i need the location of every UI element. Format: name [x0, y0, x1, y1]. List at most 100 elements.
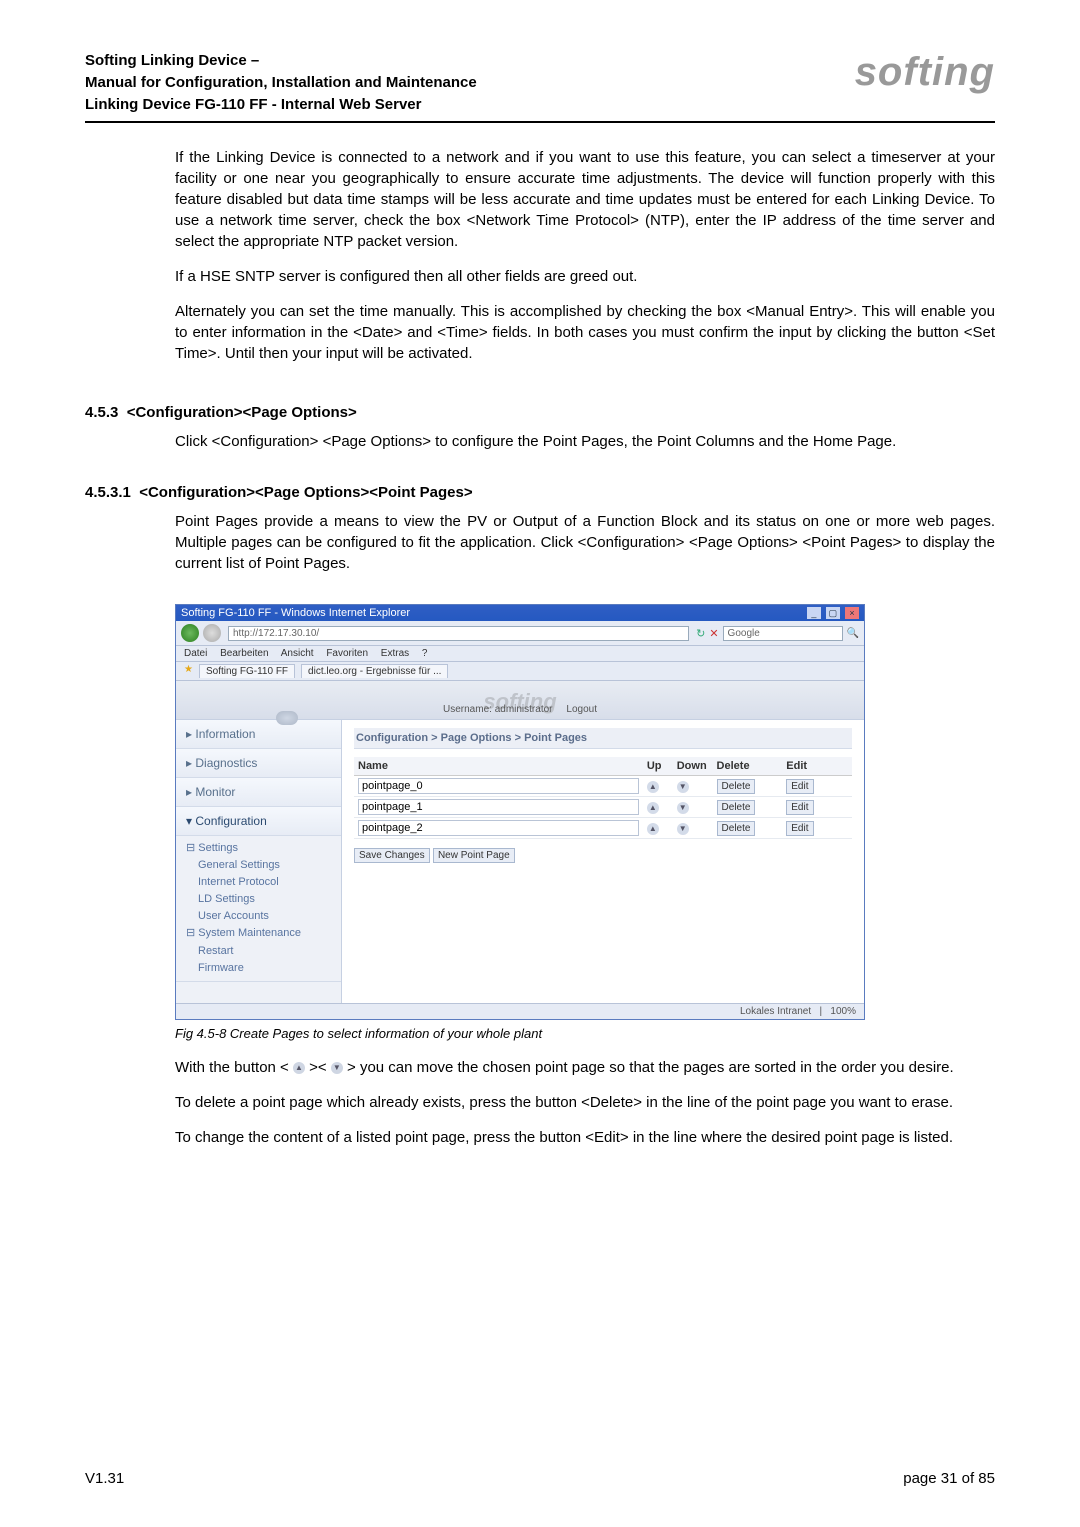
- header-line3: Linking Device FG-110 FF - Internal Web …: [85, 96, 422, 113]
- heading-num: 4.5.3.1: [85, 484, 131, 501]
- username-label: Username: administrator: [443, 704, 552, 715]
- sidebar-item-label: Information: [195, 727, 255, 741]
- sidebar-item-diagnostics[interactable]: ▸ Diagnostics: [176, 749, 341, 778]
- app-header: softing Username: administrator Logout: [176, 681, 864, 720]
- table-row: ▲ ▼ Delete Edit: [354, 818, 852, 839]
- menu-item[interactable]: Bearbeiten: [220, 648, 268, 659]
- para-delete: To delete a point page which already exi…: [175, 1092, 995, 1113]
- text-span: > you can move the chosen point page so …: [343, 1059, 954, 1076]
- pointpage-name-input[interactable]: [358, 778, 639, 794]
- maximize-icon[interactable]: ▢: [826, 607, 840, 619]
- sidebar: ▸ Information ▸ Diagnostics ▸ Monitor ▾ …: [176, 720, 342, 1003]
- heading-title: <Configuration><Page Options><Point Page…: [139, 484, 472, 501]
- edit-button[interactable]: Edit: [786, 821, 813, 836]
- close-icon[interactable]: ×: [845, 607, 859, 619]
- para-manual-entry: Alternately you can set the time manuall…: [175, 301, 995, 364]
- tree-node-sysmaint[interactable]: ⊟ System Maintenance: [186, 925, 335, 942]
- tree-node-settings[interactable]: ⊟ Settings: [186, 840, 335, 857]
- sidebar-item-information[interactable]: ▸ Information: [176, 720, 341, 749]
- menu-item[interactable]: Datei: [184, 648, 207, 659]
- move-down-icon[interactable]: ▼: [677, 802, 689, 814]
- stop-icon[interactable]: ✕: [709, 627, 718, 640]
- tab-secondary[interactable]: dict.leo.org - Ergebnisse für ...: [301, 664, 448, 678]
- pointpage-name-input[interactable]: [358, 820, 639, 836]
- point-pages-table: Name Up Down Delete Edit ▲ ▼ Delete Edit: [354, 757, 852, 839]
- tree-leaf[interactable]: LD Settings: [186, 891, 335, 908]
- breadcrumb: Configuration > Page Options > Point Pag…: [354, 728, 852, 749]
- move-up-icon[interactable]: ▲: [647, 823, 659, 835]
- move-down-icon[interactable]: ▼: [677, 781, 689, 793]
- save-changes-button[interactable]: Save Changes: [354, 848, 430, 863]
- table-row: ▲ ▼ Delete Edit: [354, 797, 852, 818]
- menu-item[interactable]: ?: [422, 648, 428, 659]
- header-line1: Softing Linking Device –: [85, 52, 259, 69]
- col-edit: Edit: [782, 757, 852, 776]
- para-ntp: If the Linking Device is connected to a …: [175, 147, 995, 252]
- tree-leaf[interactable]: User Accounts: [186, 908, 335, 925]
- menu-item[interactable]: Favoriten: [326, 648, 368, 659]
- favorites-star-icon[interactable]: ★: [184, 664, 193, 678]
- address-bar[interactable]: http://172.17.30.10/: [228, 626, 689, 641]
- sidebar-tree: ⊟ Settings General Settings Internet Pro…: [176, 836, 341, 981]
- menu-item[interactable]: Extras: [381, 648, 409, 659]
- logout-link[interactable]: Logout: [566, 704, 597, 715]
- browser-statusbar: Lokales Intranet | 100%: [176, 1003, 864, 1019]
- move-up-icon[interactable]: ▲: [647, 802, 659, 814]
- para-453: Click <Configuration> <Page Options> to …: [175, 431, 995, 452]
- tree-leaf[interactable]: General Settings: [186, 857, 335, 874]
- tree-leaf[interactable]: Internet Protocol: [186, 874, 335, 891]
- pointpage-name-input[interactable]: [358, 799, 639, 815]
- para-move-buttons: With the button < ▲ >< ▼ > you can move …: [175, 1057, 995, 1078]
- move-down-icon[interactable]: ▼: [677, 823, 689, 835]
- table-row: ▲ ▼ Delete Edit: [354, 776, 852, 797]
- browser-menus[interactable]: Datei Bearbeiten Ansicht Favoriten Extra…: [176, 646, 864, 662]
- browser-toolbar: http://172.17.30.10/ ↻ ✕ Google 🔍: [176, 621, 864, 646]
- sidebar-item-label: Diagnostics: [195, 756, 257, 770]
- para-edit: To change the content of a listed point …: [175, 1127, 995, 1148]
- search-box[interactable]: Google: [723, 626, 843, 641]
- window-title: Softing FG-110 FF - Windows Internet Exp…: [181, 607, 410, 619]
- tab-active[interactable]: Softing FG-110 FF: [199, 664, 295, 678]
- sidebar-item-label: Configuration: [195, 814, 266, 828]
- window-buttons[interactable]: _ ▢ ×: [805, 607, 859, 619]
- tree-leaf[interactable]: Restart: [186, 943, 335, 960]
- col-down: Down: [673, 757, 713, 776]
- footer-page: page 31 of 85: [903, 1470, 995, 1487]
- move-up-icon[interactable]: ▲: [647, 781, 659, 793]
- refresh-icon[interactable]: ↻: [696, 627, 705, 640]
- delete-button[interactable]: Delete: [717, 800, 756, 815]
- security-zone: Lokales Intranet: [740, 1006, 811, 1017]
- text-span: ><: [305, 1059, 331, 1076]
- footer-version: V1.31: [85, 1470, 124, 1487]
- edit-button[interactable]: Edit: [786, 800, 813, 815]
- header-rule: [85, 121, 995, 123]
- screenshot-browser-window: Softing FG-110 FF - Windows Internet Exp…: [175, 604, 865, 1020]
- col-delete: Delete: [713, 757, 783, 776]
- tree-label: System Maintenance: [198, 927, 301, 939]
- sidebar-item-label: Monitor: [195, 785, 235, 799]
- header-line2: Manual for Configuration, Installation a…: [85, 74, 477, 91]
- sidebar-item-monitor[interactable]: ▸ Monitor: [176, 778, 341, 807]
- delete-button[interactable]: Delete: [717, 779, 756, 794]
- para-hse-sntp: If a HSE SNTP server is configured then …: [175, 266, 995, 287]
- zoom-level[interactable]: 100%: [830, 1006, 856, 1017]
- back-button[interactable]: [181, 624, 199, 642]
- delete-button[interactable]: Delete: [717, 821, 756, 836]
- edit-button[interactable]: Edit: [786, 779, 813, 794]
- heading-4-5-3-1: 4.5.3.1 <Configuration><Page Options><Po…: [85, 484, 995, 501]
- text-span: With the button <: [175, 1059, 293, 1076]
- doc-header: Softing Linking Device – Manual for Conf…: [85, 50, 477, 115]
- menu-item[interactable]: Ansicht: [281, 648, 314, 659]
- tree-leaf[interactable]: Firmware: [186, 960, 335, 977]
- sidebar-item-configuration[interactable]: ▾ Configuration: [176, 807, 341, 836]
- minimize-icon[interactable]: _: [807, 607, 821, 619]
- heading-num: 4.5.3: [85, 404, 118, 421]
- heading-4-5-3: 4.5.3 <Configuration><Page Options>: [85, 404, 995, 421]
- figure-caption: Fig 4.5-8 Create Pages to select informa…: [175, 1026, 995, 1041]
- browser-tabs: ★ Softing FG-110 FF dict.leo.org - Ergeb…: [176, 662, 864, 681]
- tree-label: Settings: [198, 842, 238, 854]
- move-up-icon: ▲: [293, 1062, 305, 1074]
- search-go-icon[interactable]: 🔍: [847, 628, 859, 639]
- forward-button[interactable]: [203, 624, 221, 642]
- new-point-page-button[interactable]: New Point Page: [433, 848, 515, 863]
